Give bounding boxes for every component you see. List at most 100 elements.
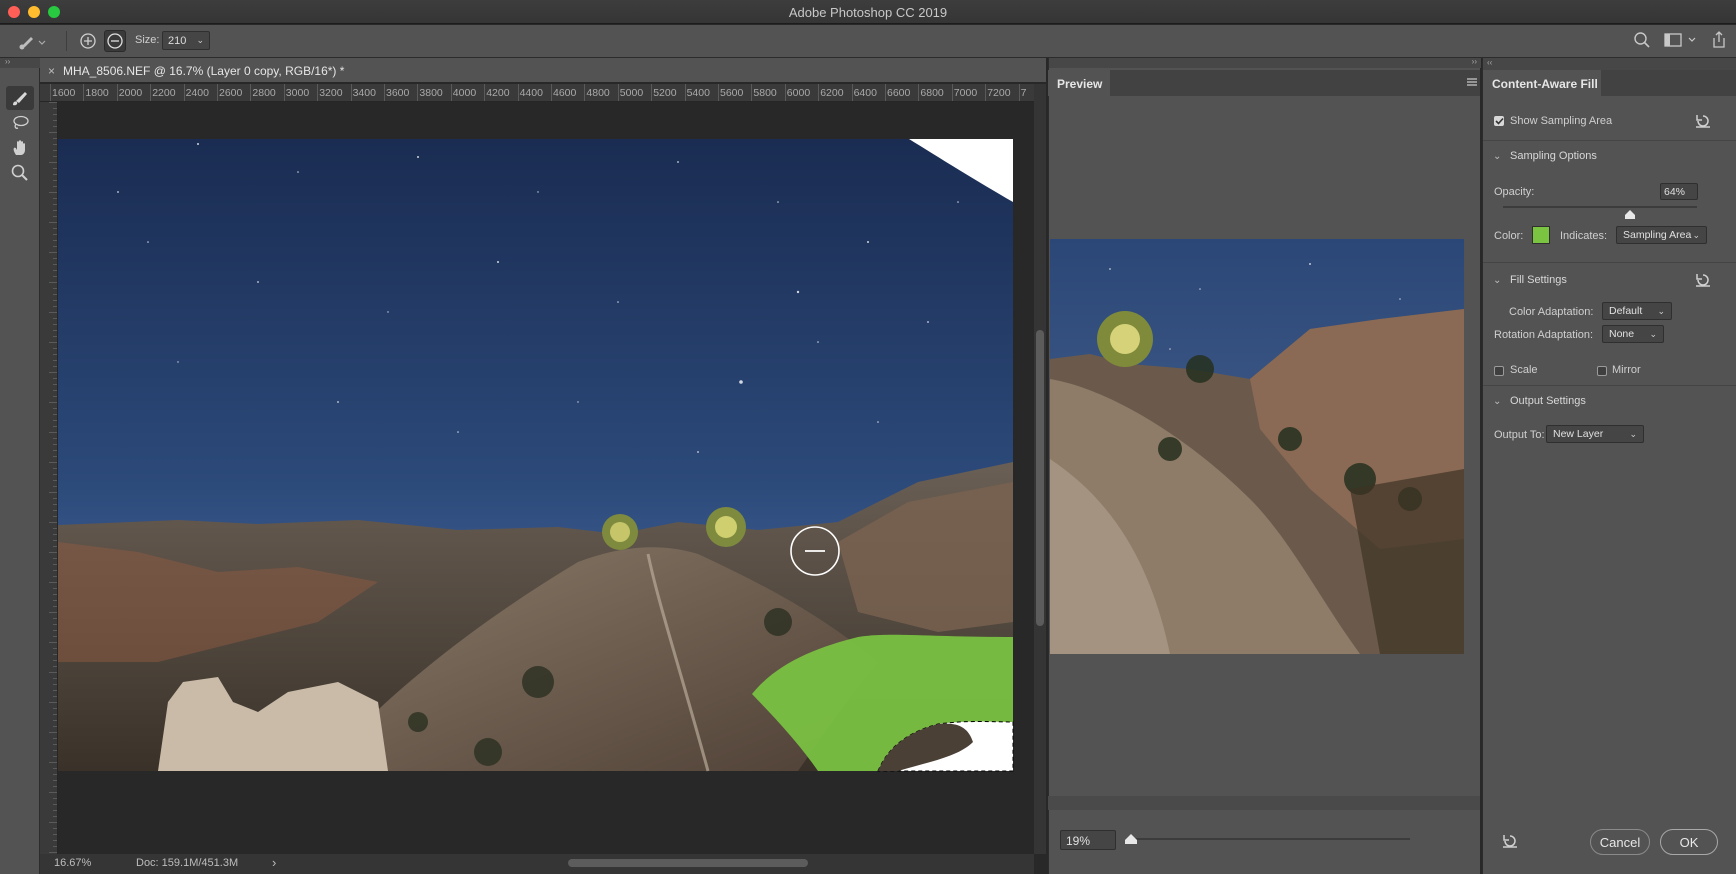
opacity-slider[interactable] <box>1503 206 1697 208</box>
size-field[interactable]: 210 ⌄ <box>162 31 210 50</box>
color-adaptation-value: Default <box>1609 305 1643 317</box>
status-menu-arrow-icon[interactable]: › <box>272 855 276 870</box>
app-title: Adobe Photoshop CC 2019 <box>788 5 948 20</box>
opacity-field[interactable]: 64% <box>1660 183 1698 200</box>
ruler-tick-label: 5200 <box>653 87 677 99</box>
search-icon <box>1634 32 1650 48</box>
fill-settings-header[interactable]: Fill Settings <box>1510 274 1567 286</box>
panel-menu-button[interactable] <box>1466 76 1478 91</box>
panel-collapse-handle[interactable]: ›› <box>1049 58 1481 68</box>
indicates-value: Sampling Area <box>1623 229 1692 241</box>
lasso-tool[interactable] <box>6 111 34 135</box>
reset-icon[interactable] <box>1694 271 1712 289</box>
rotation-adaptation-dropdown[interactable]: None ⌄ <box>1602 325 1664 343</box>
workspace-icon <box>1664 33 1696 47</box>
zoom-tool[interactable] <box>6 161 34 185</box>
zoom-icon <box>11 164 28 181</box>
show-sampling-label: Show Sampling Area <box>1510 115 1613 127</box>
output-to-dropdown[interactable]: New Layer ⌄ <box>1546 425 1644 443</box>
scale-checkbox[interactable] <box>1494 366 1504 376</box>
add-mode-button[interactable] <box>77 30 99 52</box>
ruler-tick-label: 1800 <box>85 87 109 99</box>
rotation-adaptation-value: None <box>1609 328 1635 340</box>
rotation-adaptation-label: Rotation Adaptation: <box>1494 329 1594 341</box>
add-mode-icon <box>80 33 96 49</box>
ruler-tick-label: 2200 <box>152 87 176 99</box>
subtract-mode-button[interactable] <box>104 30 126 52</box>
size-label: Size: <box>135 34 160 46</box>
lasso-icon <box>13 115 29 129</box>
mirror-label: Mirror <box>1612 364 1641 376</box>
brush-preset-picker[interactable] <box>14 30 50 52</box>
panel-collapse-handle[interactable]: ›› <box>0 58 40 68</box>
vertical-scrollbar[interactable] <box>1034 84 1046 854</box>
ruler-tick-label: 3600 <box>386 87 410 99</box>
hand-tool[interactable] <box>6 136 34 160</box>
ruler-tick-label: 4400 <box>519 87 543 99</box>
ruler-tick-label: 2400 <box>185 87 209 99</box>
close-tab-icon[interactable]: × <box>48 64 55 78</box>
ruler-tick-label: 3400 <box>352 87 376 99</box>
ruler-tick-label: 5400 <box>686 87 710 99</box>
sampling-options-header[interactable]: Sampling Options <box>1510 150 1597 162</box>
ruler-tick-label: 4600 <box>553 87 577 99</box>
preview-zoom-field[interactable]: 19% <box>1060 830 1116 850</box>
size-value: 210 <box>168 34 187 47</box>
preview-zoom-slider-thumb[interactable] <box>1124 833 1138 845</box>
opacity-label: Opacity: <box>1494 186 1535 198</box>
reset-all-icon[interactable] <box>1501 832 1519 850</box>
ruler-tick-label: 7200 <box>987 87 1011 99</box>
chevron-down-icon: ⌄ <box>196 35 204 45</box>
color-adaptation-dropdown[interactable]: Default ⌄ <box>1602 302 1672 320</box>
ruler-tick-label: 2000 <box>118 87 143 99</box>
reset-icon[interactable] <box>1694 112 1712 130</box>
brush-icon <box>13 92 27 106</box>
doc-size: Doc: 159.1M/451.3M <box>136 857 239 869</box>
horizontal-scroll-thumb[interactable] <box>568 859 808 867</box>
zoom-level[interactable]: 16.67% <box>54 857 91 869</box>
cancel-button[interactable]: Cancel <box>1590 829 1650 855</box>
ruler-tick-label: 6000 <box>786 87 811 99</box>
preview-tab-bar: Preview <box>1048 70 1480 96</box>
document-tab-title: MHA_8506.NEF @ 16.7% (Layer 0 copy, RGB/… <box>63 64 345 78</box>
menu-icon <box>1467 78 1477 86</box>
output-settings-header[interactable]: Output Settings <box>1510 395 1586 407</box>
tab-content-aware-fill[interactable]: Content-Aware Fill <box>1483 70 1601 96</box>
ruler-tick-label: 5600 <box>720 87 744 99</box>
canvas-area[interactable] <box>58 102 1034 854</box>
ruler-tick-label: 2600 <box>219 87 243 99</box>
chevron-down-icon: ⌄ <box>1629 428 1637 439</box>
preview-scrollbar[interactable] <box>1048 796 1480 810</box>
search-button[interactable] <box>1633 31 1651 52</box>
tab-preview[interactable]: Preview <box>1048 70 1110 96</box>
document-image[interactable] <box>58 102 1034 854</box>
ruler-tick-label: 7000 <box>953 87 978 99</box>
chevron-down-icon[interactable]: ⌄ <box>1493 396 1501 407</box>
opacity-slider-thumb[interactable] <box>1624 210 1636 220</box>
ok-button[interactable]: OK <box>1660 829 1718 855</box>
ruler-tick-label: 6600 <box>887 87 911 99</box>
chevron-down-icon[interactable]: ⌄ <box>1493 151 1501 162</box>
brush-preset-icon <box>19 37 46 50</box>
status-bar: 16.67% Doc: 159.1M/451.3M › <box>40 854 1034 874</box>
workspace-switcher[interactable] <box>1664 31 1700 52</box>
output-to-value: New Layer <box>1553 428 1604 440</box>
brush-tool[interactable] <box>6 86 34 110</box>
mirror-checkbox[interactable] <box>1597 366 1607 376</box>
options-bar: Size: 210 ⌄ <box>0 25 1736 58</box>
panel-collapse-handle[interactable]: ‹‹ <box>1483 58 1736 70</box>
ruler-tick-label: 6400 <box>853 87 877 99</box>
chevron-down-icon[interactable]: ⌄ <box>1493 275 1501 286</box>
document-tab[interactable]: × MHA_8506.NEF @ 16.7% (Layer 0 copy, RG… <box>42 60 357 82</box>
vertical-scroll-thumb[interactable] <box>1036 330 1044 626</box>
ruler-tick-label: 6800 <box>920 87 944 99</box>
indicates-dropdown[interactable]: Sampling Area ⌄ <box>1616 226 1707 244</box>
horizontal-ruler: 1600 1800 2000 2200 2400 2600 2800 3000 3200 3400… <box>40 84 1034 102</box>
content-aware-fill-panel: ‹‹ Content-Aware Fill Show Sampling Area… <box>1482 58 1736 874</box>
ruler-tick-label: 6200 <box>820 87 844 99</box>
preview-zoom-slider[interactable] <box>1128 838 1410 840</box>
sampling-color-swatch[interactable] <box>1532 226 1550 244</box>
show-sampling-checkbox[interactable] <box>1494 116 1504 126</box>
share-button[interactable] <box>1710 30 1728 53</box>
scale-label: Scale <box>1510 364 1538 376</box>
